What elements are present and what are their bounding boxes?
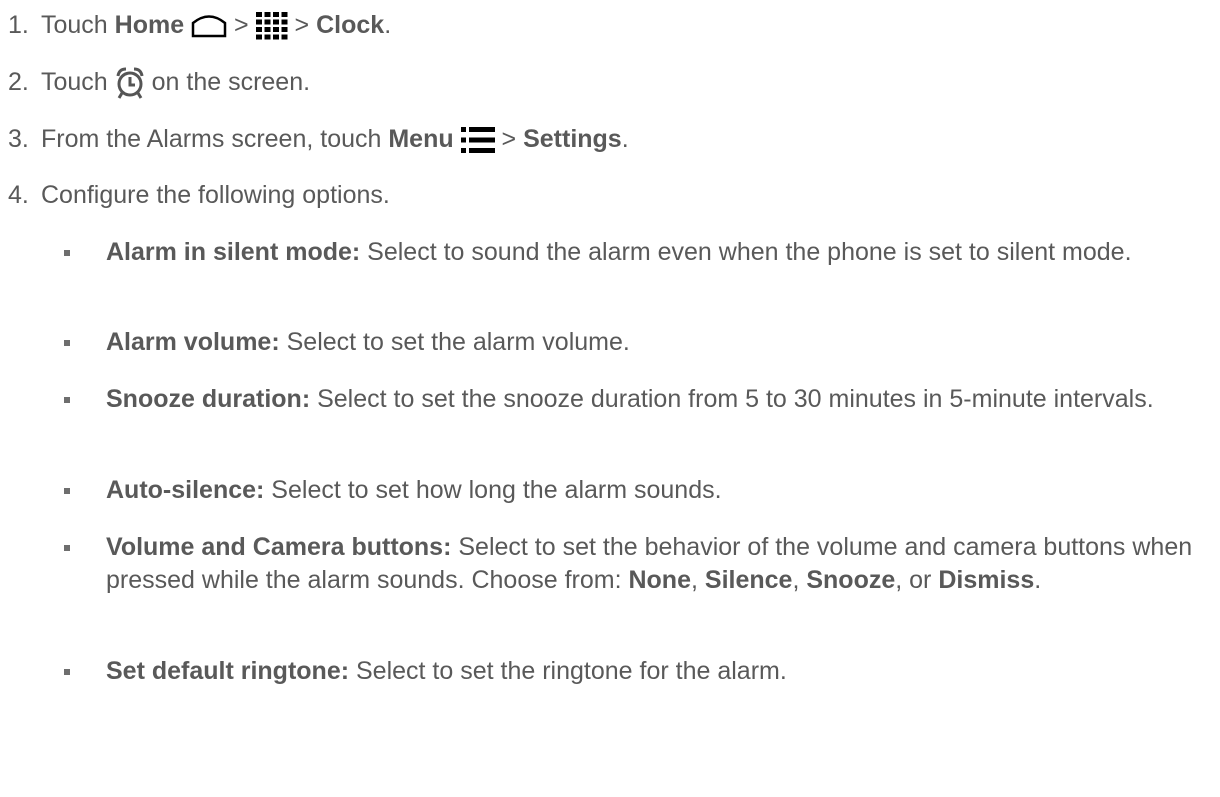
step-number: 4.	[8, 181, 29, 209]
option-text: Set default ringtone: Select to set the …	[106, 655, 1204, 688]
step-number: 3.	[8, 125, 29, 153]
option-label: Alarm volume:	[106, 328, 280, 356]
bullet-marker	[64, 669, 70, 675]
clock-label: Clock	[316, 11, 385, 39]
bullet-marker	[64, 250, 70, 256]
bullet-marker	[64, 340, 70, 346]
option-description: Select to set the alarm volume.	[279, 328, 630, 356]
step-text: From the Alarms screen, touch Menu > Set…	[41, 125, 629, 154]
option-description: Select to set the ringtone for the alarm…	[349, 657, 787, 685]
home-icon	[191, 15, 227, 38]
home-label: Home	[114, 11, 185, 39]
choice-dismiss: Dismiss	[938, 566, 1035, 594]
bullet-marker	[64, 488, 70, 494]
option-text: Volume and Camera buttons: Select to set…	[106, 533, 1193, 594]
option-text: Snooze duration: Select to set the snooz…	[106, 383, 1204, 416]
option-description: Select to set how long the alarm sounds.	[264, 476, 722, 504]
option-label: Snooze duration:	[106, 385, 311, 413]
menu-icon	[460, 127, 495, 154]
step-text: Touch Home > > Clock.	[41, 11, 392, 40]
choice-silence: Silence	[704, 566, 793, 594]
alarm-clock-icon	[116, 67, 144, 100]
option-description: Select to set the snooze duration from 5…	[310, 385, 1154, 413]
choice-none: None	[628, 566, 691, 594]
option-label: Auto-silence:	[106, 476, 265, 504]
settings-label: Settings	[523, 125, 622, 153]
option-label: Alarm in silent mode:	[106, 238, 361, 266]
option-text: Auto-silence: Select to set how long the…	[106, 474, 1204, 507]
apps-grid-icon	[255, 12, 288, 40]
option-label: Set default ringtone:	[106, 657, 350, 685]
option-text: Alarm in silent mode: Select to sound th…	[106, 236, 1204, 269]
step-number: 2.	[8, 68, 29, 96]
option-label: Volume and Camera buttons:	[106, 533, 452, 561]
bullet-marker	[64, 545, 70, 551]
bullet-marker	[64, 397, 70, 403]
step-number: 1.	[8, 11, 29, 39]
step-text: Configure the following options.	[41, 181, 390, 209]
choice-snooze: Snooze	[806, 566, 896, 594]
option-text: Alarm volume: Select to set the alarm vo…	[106, 326, 1204, 359]
option-description: Select to sound the alarm even when the …	[360, 238, 1132, 266]
menu-label: Menu	[388, 125, 454, 153]
step-text: Touch on the screen.	[41, 67, 310, 100]
